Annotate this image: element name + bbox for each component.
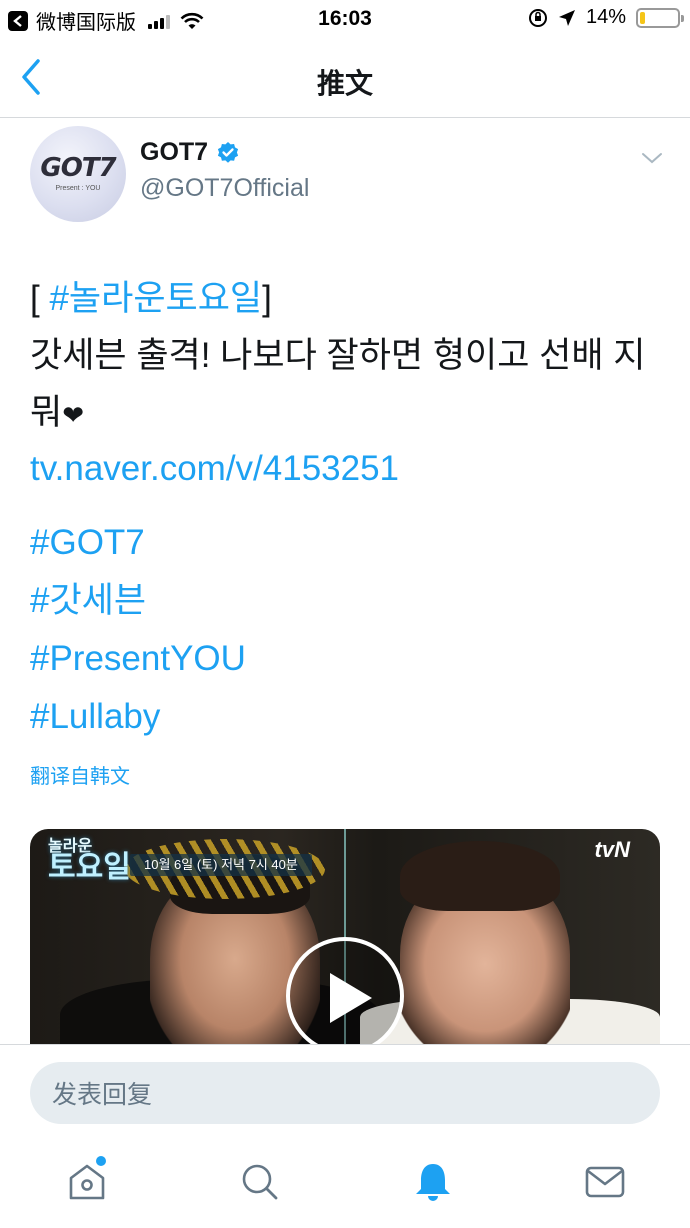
reply-bar: 发表回复 (0, 1044, 690, 1144)
tab-search[interactable] (238, 1160, 282, 1204)
hashtag-list: #GOT7 #갓세븐 #PresentYOU #Lullaby (30, 514, 246, 746)
heart-icon: ❤ (62, 400, 84, 430)
video-player[interactable]: 놀라운 토요일 10월 6일 (토) 저녁 7시 40분 tvN (30, 829, 660, 1044)
tweet-text: [ #놀라운토요일] 갓세븐 출격! 나보다 잘하면 형이고 선배 지뭐❤ (30, 270, 660, 444)
hashtag-link[interactable]: #놀라운토요일 (49, 279, 262, 318)
avatar[interactable]: GOT7 Present : YOU (30, 126, 126, 222)
home-unread-dot (96, 1156, 106, 1166)
location-arrow-icon (558, 9, 575, 26)
verified-badge-icon (217, 141, 239, 163)
hashtag-link[interactable]: #PresentYOU (30, 630, 246, 688)
tab-notifications[interactable] (411, 1160, 455, 1204)
display-name[interactable]: GOT7 (140, 138, 208, 167)
video-airtime-banner: 10월 6일 (토) 저녁 7시 40분 (130, 854, 312, 876)
status-right: 14% (528, 6, 684, 29)
mail-icon (585, 1166, 625, 1198)
avatar-subtext: Present : YOU (55, 184, 101, 192)
hashtag-link[interactable]: #갓세븐 (30, 572, 246, 630)
hashtag-link[interactable]: #GOT7 (30, 514, 246, 572)
tab-messages[interactable] (583, 1160, 627, 1204)
battery-icon (636, 7, 684, 28)
play-button[interactable] (286, 937, 404, 1044)
hashtag-link[interactable]: #Lullaby (30, 688, 246, 746)
page-title: 推文 (316, 68, 373, 99)
user-handle[interactable]: @GOT7Official (140, 174, 309, 203)
search-icon (242, 1164, 278, 1200)
video-show-title-large: 토요일 (48, 850, 131, 885)
video-show-logo: 놀라운 토요일 (48, 837, 131, 883)
video-channel-logo: tvN (594, 837, 630, 862)
battery-level (640, 11, 645, 24)
tweet-options-button[interactable] (640, 146, 664, 170)
avatar-logo-text: GOT7 (40, 152, 116, 183)
play-icon (330, 973, 372, 1023)
bracket-open: [ (30, 279, 50, 318)
navigation-bar: 推文 (0, 40, 690, 118)
video-frame-detail (400, 841, 560, 911)
status-bar: 微博国际版 16:03 14% (0, 0, 690, 40)
tweet-detail-screen: 微博国际版 16:03 14% 推文 GOT7 Present: YOU GO… (0, 0, 690, 1228)
tab-bar (0, 1144, 690, 1228)
home-icon (69, 1164, 105, 1200)
tweet-url-link[interactable]: tv.naver.com/v/4153251 (30, 440, 399, 497)
reply-input[interactable]: 发表回复 (30, 1062, 660, 1124)
rotation-lock-icon (528, 8, 547, 27)
translate-link[interactable]: 翻译自韩文 (30, 760, 130, 789)
bracket-close: ] (262, 279, 272, 318)
name-row: GOT7 (140, 138, 240, 167)
battery-percent: 14% (585, 6, 626, 28)
chevron-down-icon (642, 153, 662, 164)
tab-home[interactable] (65, 1160, 109, 1204)
bell-icon (416, 1164, 450, 1201)
tweet-body-text: 갓세븐 출격! 나보다 잘하면 형이고 선배 지뭐 (30, 336, 646, 432)
